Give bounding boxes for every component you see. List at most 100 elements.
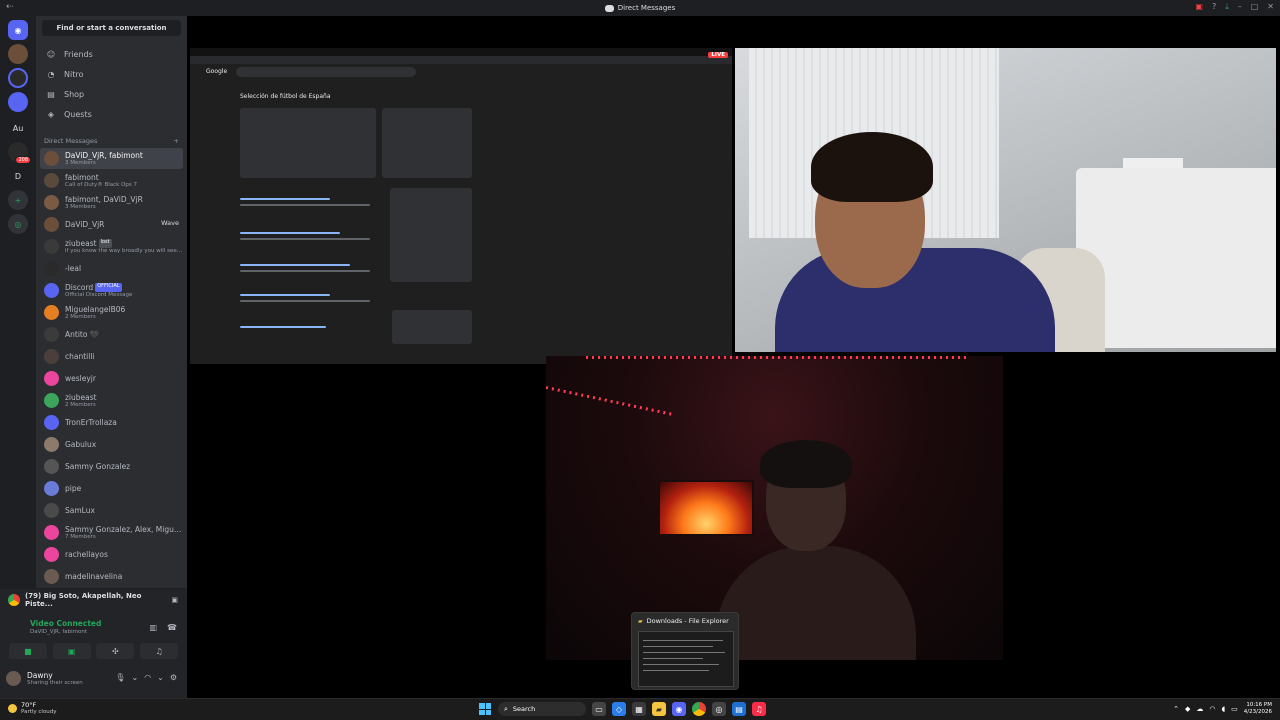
server-icon-4[interactable]: 208 [8,142,31,164]
dm-list-item[interactable]: DaViD_VjR Wave [40,214,183,235]
download-icon[interactable]: ⤓ [1225,2,1229,12]
server-d[interactable]: D [8,166,28,186]
disconnect-icon[interactable]: ☎ [167,623,177,632]
activity-screen-icon[interactable]: ▣ [171,596,178,604]
onedrive-icon[interactable]: ☁ [1196,705,1203,713]
wave-button[interactable]: Wave [161,219,179,227]
avatar [44,261,59,276]
webcam-tile-1[interactable] [735,48,1276,352]
dm-subtitle: Official Discord Message [65,291,133,298]
dm-list-item[interactable]: rachellayos [40,544,183,565]
wifi-icon[interactable]: ◠ [1209,705,1215,713]
dm-list-item[interactable]: -leal [40,258,183,279]
back-arrow-icon[interactable]: ⇠ [6,2,14,12]
nav-nitro[interactable]: ◔ Nitro [40,65,183,83]
server-icon-3[interactable] [8,92,28,112]
add-server-icon[interactable]: + [8,190,28,210]
dm-list-item[interactable]: ziubeast lost if you know the way broadly … [40,236,183,257]
dm-list-item[interactable]: ziubeast 2 Members [40,390,183,411]
stream-card-standings [382,108,472,178]
dm-list-item[interactable]: DaViD_VjR, fabimont 3 Members [40,148,183,169]
soundboard-button[interactable]: ♫ [140,643,179,659]
chevron-up-icon[interactable]: ⌃ [1173,705,1179,713]
avatar [44,151,59,166]
obs-icon[interactable]: ◎ [712,702,726,716]
chrome-taskbar-icon[interactable] [692,702,706,716]
taskbar-search[interactable]: ⌕ Search [498,702,586,716]
avatar [44,305,59,320]
server-au[interactable]: Au [8,118,28,138]
server-icon-1[interactable] [8,44,28,64]
close-icon[interactable]: ✕ [1267,2,1274,12]
chevron-down-icon[interactable]: ⌄ [157,673,164,682]
minimize-icon[interactable]: – [1238,2,1242,12]
screen-share-tile[interactable]: LIVE Google Selección de fútbol de Españ… [190,48,732,364]
music-icon[interactable]: ♫ [752,702,766,716]
sun-icon [8,704,17,713]
dm-header: Direct Messages + [44,137,179,145]
dm-list-item[interactable]: SamLux [40,500,183,521]
store-icon[interactable]: ▦ [632,702,646,716]
volume-icon[interactable]: ◖ [1221,705,1225,713]
task-view-icon[interactable]: ▭ [592,702,606,716]
video-stage: LIVE Google Selección de fútbol de Españ… [188,16,1280,698]
dm-list-item[interactable]: Gabulux [40,434,183,455]
screen-share-button[interactable]: ▣ [52,643,91,659]
copilot-icon[interactable]: ◇ [612,702,626,716]
downloads-thumbnail [638,631,734,687]
dm-list-item[interactable]: chantilli [40,346,183,367]
dm-subtitle: if you know the way broadly you will see… [65,247,183,254]
dm-list-item[interactable]: fabimont Call of Duty® Black Ops 7 [40,170,183,191]
dm-list-item[interactable]: wesleyjr [40,368,183,389]
create-dm-button[interactable]: + [174,137,179,145]
start-windows-icon[interactable] [478,702,492,716]
user-row[interactable]: Dawny Sharing their screen 🎙 ⌄ ◠ ⌄ ⚙ [6,667,181,689]
camera-button[interactable]: ■ [8,643,47,659]
dm-list-item[interactable]: Sammy Gonzalez, Alex, Miguela... 7 Member… [40,522,183,543]
dm-list-item[interactable]: Antito 🖤 [40,324,183,345]
help-icon[interactable]: ? [1212,2,1216,12]
file-explorer-icon[interactable]: ▰ [652,702,666,716]
dm-list-item[interactable]: MiguelangelB06 2 Members [40,302,183,323]
maximize-icon[interactable]: □ [1251,2,1259,12]
discover-icon[interactable]: ◎ [8,214,28,234]
dm-list-item[interactable]: madelinavelina [40,566,183,587]
stream-browser-url [190,56,732,64]
find-conversation-button[interactable]: Find or start a conversation [42,20,181,36]
server-icon-2[interactable] [8,68,28,88]
notepad-icon[interactable]: ▤ [732,702,746,716]
dm-list-item[interactable]: Sammy Gonzalez [40,456,183,477]
voice-status[interactable]: Video Connected [30,619,101,628]
dm-list-item[interactable]: pipe [40,478,183,499]
home-discord-icon[interactable]: ◉ [8,20,28,40]
avatar [44,371,59,386]
weather-temp: 70°F [21,701,37,709]
activities-button[interactable]: ✣ [96,643,135,659]
weather-widget[interactable]: 70°F Partly cloudy [8,701,57,716]
stream-link [240,198,330,200]
dm-list-item[interactable]: Discord OFFICIAL Official Discord Message [40,280,183,301]
dm-list-item[interactable]: fabimont, DaViD_VjR 3 Members [40,192,183,213]
discord-taskbar-icon[interactable]: ◉ [672,702,686,716]
taskbar-apps: ⌕ Search ▭ ◇ ▦ ▰ ◉ ◎ ▤ ♫ [478,702,766,716]
chevron-down-icon[interactable]: ⌄ [131,673,138,682]
nav-shop[interactable]: ▤ Shop [40,85,183,103]
settings-gear-icon[interactable]: ⚙ [170,673,177,682]
downloads-preview[interactable]: ▰ Downloads - File Explorer [631,612,739,690]
nvidia-icon[interactable]: ◆ [1185,705,1190,713]
nav-friends[interactable]: ☺ Friends [40,45,183,63]
dm-list-item[interactable]: TronErTrollaza [40,412,183,433]
mic-icon[interactable]: 🎙 [115,673,125,682]
clock[interactable]: 10:16 PM 4/23/2026 [1244,702,1272,716]
battery-icon[interactable]: ▭ [1231,705,1238,713]
headphones-icon[interactable]: ◠ [144,673,151,682]
webcam-tile-2[interactable] [546,356,1003,660]
avatar [44,327,59,342]
nav-quests[interactable]: ◈ Quests [40,105,183,123]
user-avatar[interactable] [6,670,21,686]
led-strip [546,386,674,416]
inbox-icon[interactable]: ▣ [1195,2,1203,12]
signal-icon[interactable]: ▥ [149,623,157,632]
activity-row[interactable]: (79) Big Soto, Akapellah, Neo Piste... ▣ [8,592,178,608]
dm-name: -leal [65,264,82,273]
